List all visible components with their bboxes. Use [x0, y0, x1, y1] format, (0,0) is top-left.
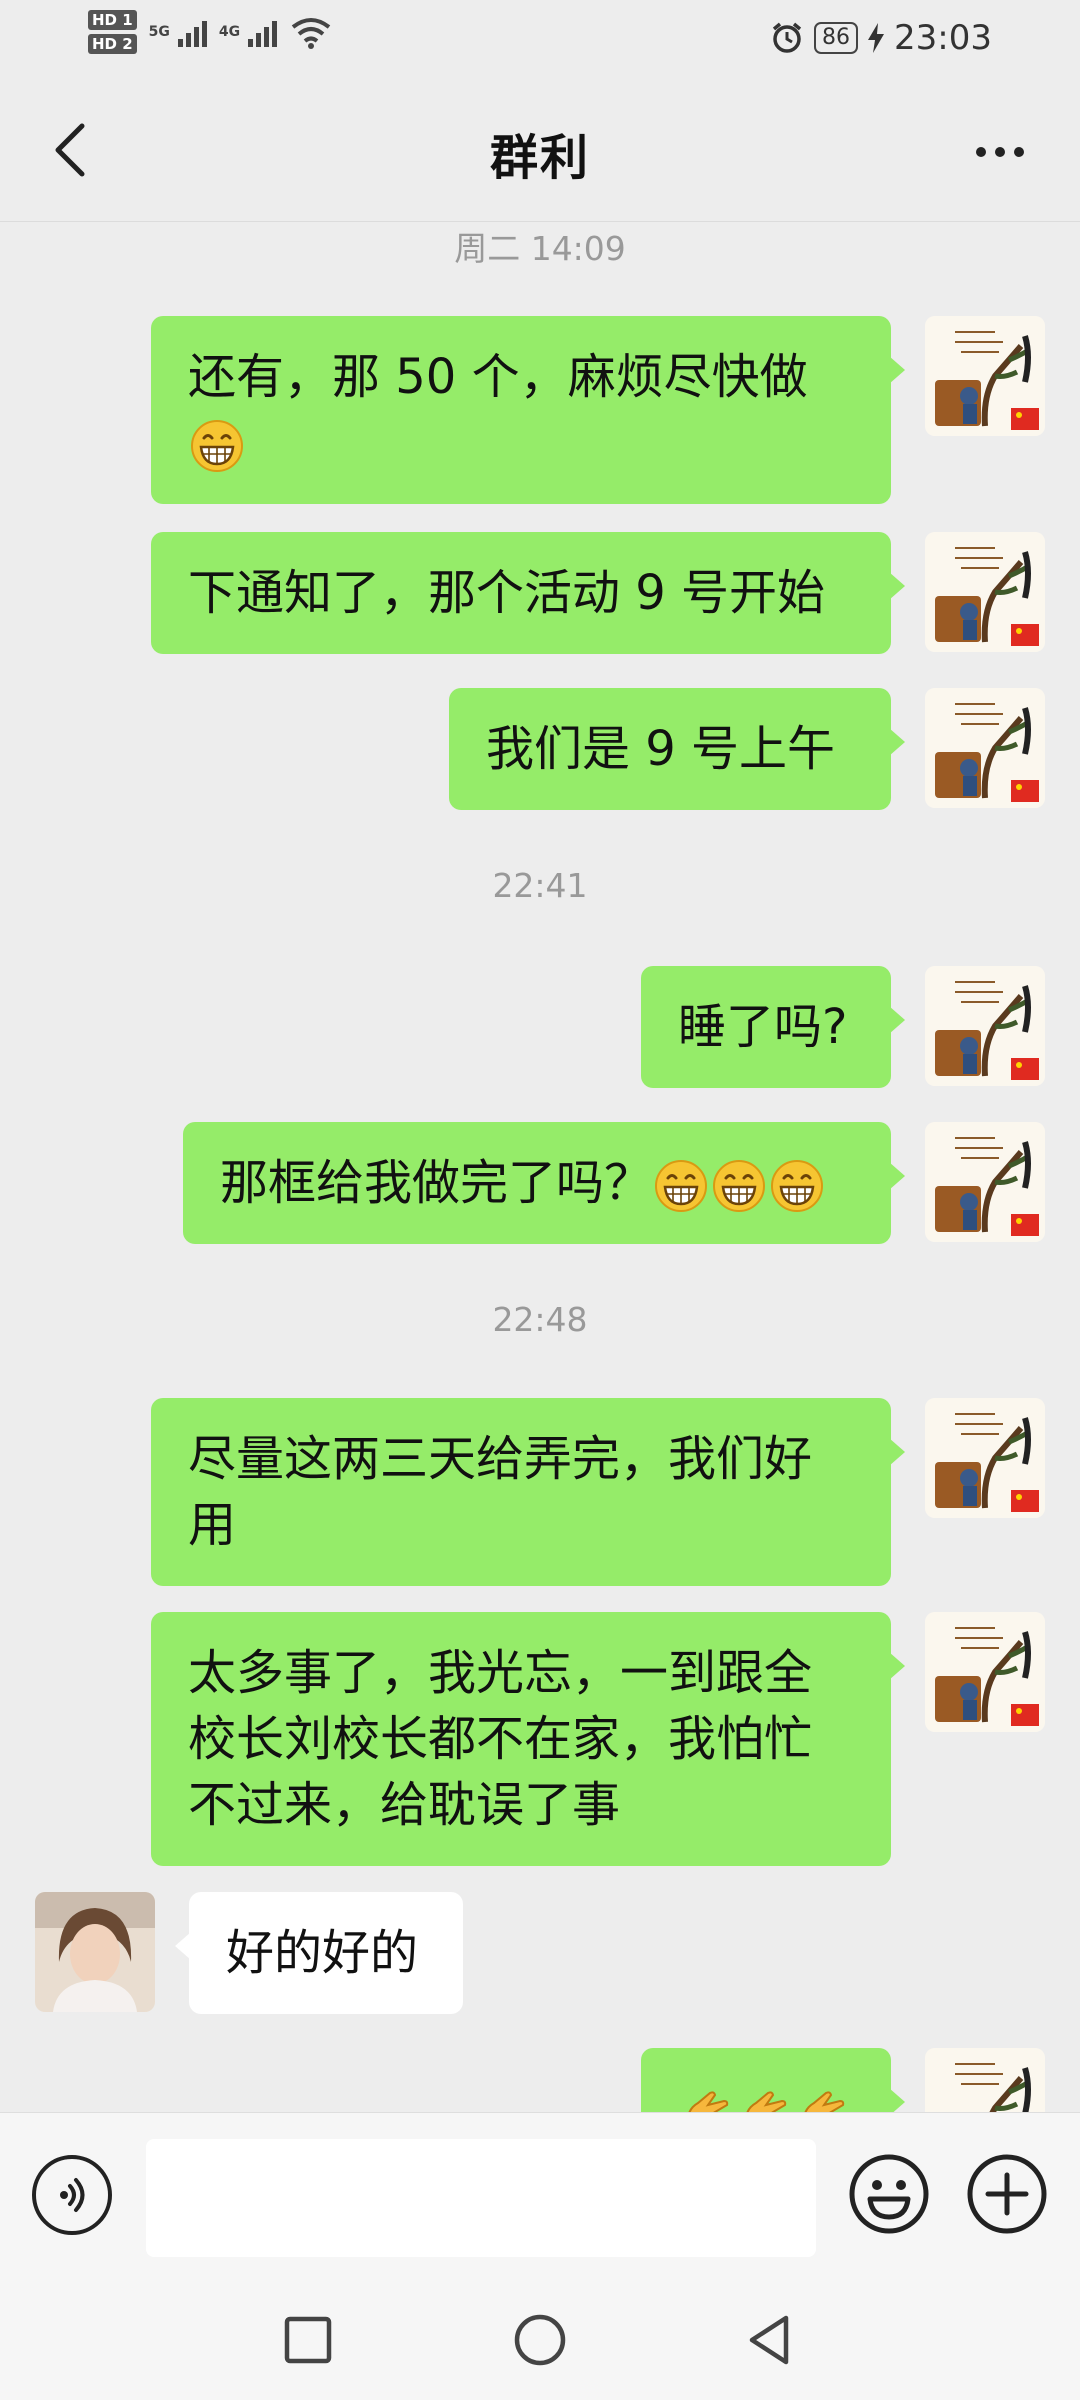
timestamp: 22:41	[492, 866, 588, 905]
circle-icon[interactable]	[510, 2310, 570, 2370]
avatar-art	[925, 1122, 1045, 1242]
my-avatar[interactable]	[925, 532, 1045, 652]
smiley-icon[interactable]	[848, 2153, 930, 2235]
message-text: 下通知了，那个活动 9 号开始	[188, 565, 826, 621]
my-avatar[interactable]	[925, 1398, 1045, 1518]
more-dot	[995, 147, 1005, 157]
signal-icon	[248, 17, 278, 47]
phone-screen: HD 1 HD 2 5G 4G 86 23:03 群利 周二 14:09 还有，…	[0, 0, 1080, 2400]
my-avatar[interactable]	[925, 2048, 1045, 2112]
grin-emoji-icon	[655, 1160, 708, 1212]
avatar-art	[925, 316, 1045, 436]
plus-icon[interactable]	[966, 2153, 1048, 2235]
chat-title: 群利	[489, 130, 590, 186]
square-icon[interactable]	[278, 2310, 338, 2370]
clap-hand-icon	[746, 2091, 787, 2112]
sent-message-bubble[interactable]: 我们是 9 号上午	[449, 688, 905, 810]
timestamp: 周二 14:09	[454, 229, 626, 268]
input-bar	[0, 2112, 1080, 2282]
avatar-art	[925, 966, 1045, 1086]
avatar-art	[925, 1398, 1045, 1518]
my-avatar[interactable]	[925, 1612, 1045, 1732]
avatar-art	[925, 532, 1045, 652]
received-message-bubble[interactable]: 好的好的	[175, 1892, 463, 2014]
my-avatar[interactable]	[925, 1122, 1045, 1242]
status-left: HD 1 HD 2 5G 4G	[88, 10, 333, 54]
contact-avatar[interactable]	[35, 1892, 155, 2012]
my-avatar[interactable]	[925, 316, 1045, 436]
sent-message-bubble[interactable]: 那框给我做完了吗？	[183, 1122, 905, 1244]
timestamp: 22:48	[492, 1300, 588, 1339]
sent-message-bubble[interactable]: 尽量这两三天给弄完，我们好用	[151, 1398, 905, 1586]
clock: 23:03	[894, 18, 992, 58]
grin-emoji-icon	[191, 420, 243, 472]
sim-badges: HD 1 HD 2	[88, 10, 137, 54]
clap-hand-icon	[688, 2091, 729, 2112]
message-list[interactable]: 周二 14:09 还有，那 50 个，麻烦尽快做 下通知了，那个活动 9 号开始我们…	[0, 222, 1080, 2112]
status-bar: HD 1 HD 2 5G 4G 86 23:03	[0, 0, 1080, 80]
sent-message-bubble[interactable]: 下通知了，那个活动 9 号开始	[151, 532, 905, 654]
charging-icon	[868, 23, 885, 53]
my-avatar[interactable]	[925, 688, 1045, 808]
message-text: 我们是 9 号上午	[486, 721, 836, 777]
message-text: 还有，那 50 个，麻烦尽快做	[188, 349, 808, 405]
signal-icon	[177, 17, 207, 47]
sim1-badge: HD 1	[88, 10, 137, 30]
more-dot	[1014, 147, 1024, 157]
message-text: 好的好的	[226, 1925, 419, 1981]
clap-hand-icon	[804, 2091, 845, 2112]
sent-message-bubble[interactable]: 还有，那 50 个，麻烦尽快做	[151, 316, 905, 504]
my-avatar[interactable]	[925, 966, 1045, 1086]
system-nav-bar	[0, 2282, 1080, 2400]
grin-emoji-icon	[713, 1160, 766, 1212]
sent-message-bubble[interactable]: 睡了吗?	[641, 966, 905, 1088]
message-input[interactable]	[146, 2139, 816, 2257]
voice-button[interactable]	[32, 2155, 112, 2235]
chat-header: 群利	[0, 80, 1080, 222]
status-right: 86 23:03	[770, 18, 992, 58]
sim2-badge: HD 2	[88, 34, 137, 54]
avatar-art	[925, 688, 1045, 808]
message-text: 睡了吗?	[678, 999, 848, 1055]
avatar-art	[925, 2048, 1045, 2112]
net1-label: 5G	[148, 24, 170, 40]
more-dot	[976, 147, 986, 157]
grin-emoji-icon	[771, 1160, 824, 1212]
message-text: 那框给我做完了吗？	[220, 1155, 653, 1211]
message-text: 尽量这两三天给弄完，我们好用	[188, 1431, 813, 1553]
more-button[interactable]	[960, 122, 1040, 182]
avatar-art	[925, 1612, 1045, 1732]
avatar-art	[35, 1892, 155, 2012]
net2-label: 4G	[218, 24, 241, 40]
triangle-back-icon[interactable]	[740, 2310, 800, 2370]
alarm-icon	[772, 22, 802, 53]
sent-message-bubble[interactable]	[641, 2048, 905, 2112]
wifi-icon	[291, 18, 331, 49]
sent-message-bubble[interactable]: 太多事了，我光忘，一到跟全校长刘校长都不在家，我怕忙不过来，给耽误了事	[151, 1612, 905, 1866]
battery-indicator: 86	[814, 22, 859, 54]
message-text: 太多事了，我光忘，一到跟全校长刘校长都不在家，我怕忙不过来，给耽误了事	[188, 1645, 813, 1833]
voice-icon	[60, 2178, 85, 2212]
